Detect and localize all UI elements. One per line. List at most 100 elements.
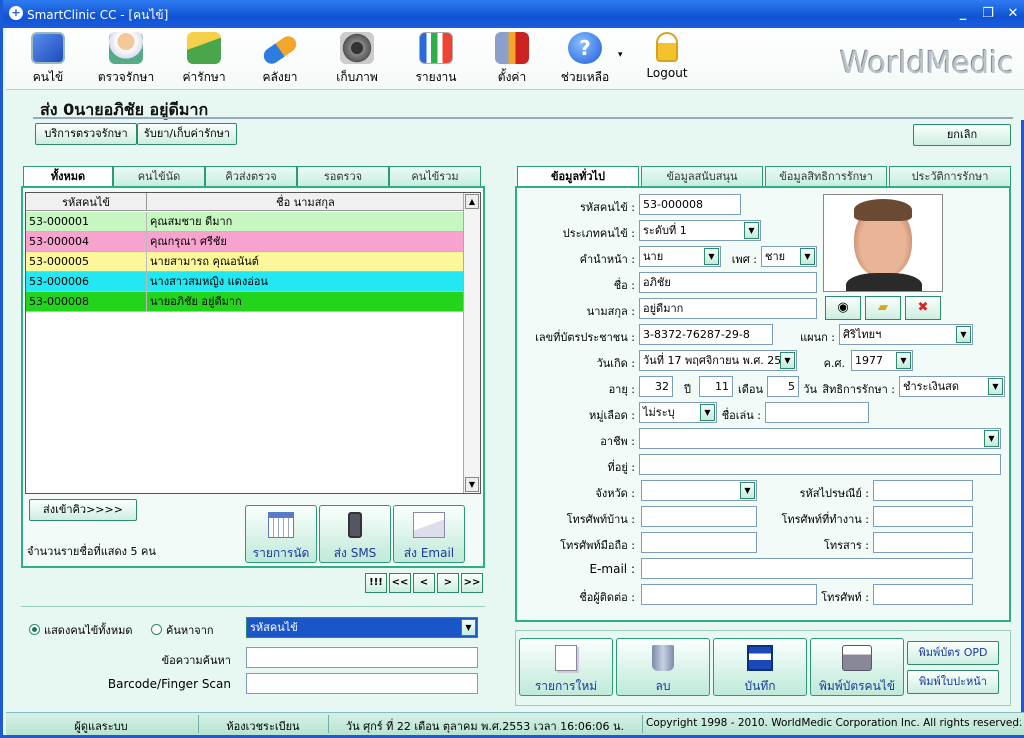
nickname-field[interactable] [765,402,869,423]
minimize-button[interactable]: _ [953,4,973,24]
address-label: ที่อยู่ : [607,461,635,474]
birth-date-picker[interactable]: วันที่ 17 พฤศจิกายน พ.ศ. 2520 ▼ [639,350,797,371]
save-button[interactable]: บันทึก [713,638,807,696]
national-id-field[interactable]: 3-8372-76287-29-8 [639,324,773,345]
tab-support-info[interactable]: ข้อมูลสนับสนุน [641,166,763,186]
hair-shape [854,199,912,221]
table-row[interactable]: 53-000001 คุณสมชาย ดีมาก [26,212,464,232]
blood-group-label: หมู่เลือด : [589,409,635,422]
fax-field[interactable] [873,532,973,553]
print-patient-card-button[interactable]: พิมพ์บัตรคนไข้ [810,638,904,696]
resize-grip-icon[interactable]: ⋰ [1012,719,1022,730]
cell-patient-id: 53-000001 [26,212,147,232]
send-sms-button[interactable]: ส่ง SMS [319,505,391,563]
years-unit: ปี [684,383,691,396]
toolbar-settings-button[interactable]: ตั้งค่า [492,32,532,87]
new-record-button[interactable]: รายการใหม่ [519,638,613,696]
home-phone-field[interactable] [641,506,757,527]
tab-exam-queue[interactable]: คิวส่งตรวจ [205,166,297,186]
scroll-down-icon[interactable]: ▼ [465,477,479,492]
barcode-input[interactable] [246,673,478,694]
age-days-field[interactable]: 5 [767,376,799,397]
capsule-icon [260,33,300,67]
send-to-queue-button[interactable]: ส่งเข้าคิว>>>> [29,499,137,521]
pager-first-button[interactable]: << [389,573,411,593]
print-opd-card-button[interactable]: พิมพ์บัตร OPD [907,641,999,665]
grid-header-name[interactable]: ชื่อ นามสกุล [147,193,464,211]
appointment-list-button[interactable]: รายการนัด [245,505,317,563]
pager-last-button[interactable]: >> [461,573,483,593]
cell-patient-id: 53-000006 [26,272,147,292]
scroll-up-icon[interactable]: ▲ [465,194,479,209]
table-row[interactable]: 53-000006 นางสาวสมหญิง แดงอ่อน [26,272,464,292]
toolbar-logout-button[interactable]: Logout [642,32,692,80]
search-field-select[interactable]: รหัสคนไข้ ▼ [246,617,478,638]
folder-button[interactable]: ▰ [865,296,901,320]
rights-select[interactable]: ชำระเงินสด ▼ [899,376,1005,397]
pager-next-button[interactable]: > [437,573,459,593]
province-select[interactable]: ▼ [641,480,757,501]
address-field[interactable] [639,454,1001,475]
service-button[interactable]: บริการตรวจรักษา [35,123,137,145]
work-phone-field[interactable] [873,506,973,527]
toolbar-exam-button[interactable]: ตรวจรักษา [96,32,156,87]
occupation-select[interactable]: ▼ [639,428,1001,449]
grid-scrollbar[interactable]: ▲ ▼ [463,193,480,493]
title-bar: + SmartClinic CC - [คนไข้] _ ❐ ✕ [3,0,1024,28]
department-select[interactable]: ศิริไทยฯ ▼ [839,324,973,345]
close-button[interactable]: ✕ [1003,4,1023,24]
status-room: ห้องเวชระเบียน [226,720,300,733]
toolbar-reports-button[interactable]: รายงาน [414,32,458,87]
patient-id-field[interactable]: 53-000008 [639,194,741,215]
camera-button[interactable]: ◉ [825,296,861,320]
delete-button[interactable]: ลบ [616,638,710,696]
sex-label: เพศ : [731,253,757,266]
cancel-button[interactable]: ยกเลิก [913,124,1011,146]
help-dropdown-icon[interactable]: ▾ [618,50,623,60]
postcode-field[interactable] [873,480,973,501]
email-field[interactable] [641,558,973,579]
toolbar-pharmacy-button[interactable]: คลังยา [258,32,302,87]
toolbar-images-button[interactable]: เก็บภาพ [334,32,380,87]
age-years-field[interactable]: 32 [639,376,673,397]
tab-all[interactable]: ทั้งหมด [23,166,113,187]
sex-select[interactable]: ชาย ▼ [761,246,817,267]
prefix-select[interactable]: นาย ▼ [639,246,721,267]
last-name-field[interactable]: อยู่ดีมาก [639,298,817,319]
patient-type-select[interactable]: ระดับที่ 1 ▼ [639,220,761,241]
tab-waiting[interactable]: รอตรวจ [297,166,389,186]
first-name-field[interactable]: อภิชัย [639,272,817,293]
contact-name-field[interactable] [641,584,817,605]
toolbar-help-button[interactable]: ? ช่วยเหลือ [558,32,612,87]
table-row[interactable]: 53-000008 นายอภิชัย อยู่ดีมาก [26,292,464,312]
ce-year-select[interactable]: 1977 ▼ [851,350,913,371]
pager-all-button[interactable]: !!! [365,573,387,593]
chevron-down-icon: ▼ [744,222,759,239]
grid-header-id[interactable]: รหัสคนไข้ [26,193,147,211]
table-row[interactable]: 53-000004 คุณกรุณา ศรีชัย [26,232,464,252]
contact-phone-field[interactable] [873,584,973,605]
tab-treatment-history[interactable]: ประวัติการรักษา [889,166,1011,186]
mobile-field[interactable] [641,532,757,553]
tab-general-info[interactable]: ข้อมูลทั่วไป [517,166,639,187]
blood-group-select[interactable]: ไม่ระบุ ▼ [639,402,717,423]
chevron-down-icon: ▼ [800,248,815,265]
tab-all-patients[interactable]: คนไข้รวม [389,166,481,186]
search-from-radio[interactable]: ค้นหาจาก [151,621,214,639]
delete-photo-button[interactable]: ✖ [905,296,941,320]
restore-button[interactable]: ❐ [978,4,998,24]
tab-appointments[interactable]: คนไข้นัด [113,166,205,186]
receive-medicine-button[interactable]: รับยา/เก็บค่ารักษา [137,123,237,145]
occupation-label: อาชีพ : [600,435,635,448]
print-cover-sheet-button[interactable]: พิมพ์ใบปะหน้า [907,670,999,694]
toolbar-fee-button[interactable]: ค่ารักษา [182,32,226,87]
send-email-button[interactable]: ส่ง Email [393,505,465,563]
keyword-input[interactable] [246,647,478,668]
age-months-field[interactable]: 11 [699,376,733,397]
tab-rights-info[interactable]: ข้อมูลสิทธิการรักษา [765,166,887,186]
age-label: อายุ : [608,383,635,396]
table-row[interactable]: 53-000005 นายสามารถ คุณอนันต์ [26,252,464,272]
pager-prev-button[interactable]: < [413,573,435,593]
toolbar-patient-button[interactable]: คนไข้ [28,32,68,87]
show-all-radio[interactable]: แสดงคนไข้ทั้งหมด [29,621,133,639]
